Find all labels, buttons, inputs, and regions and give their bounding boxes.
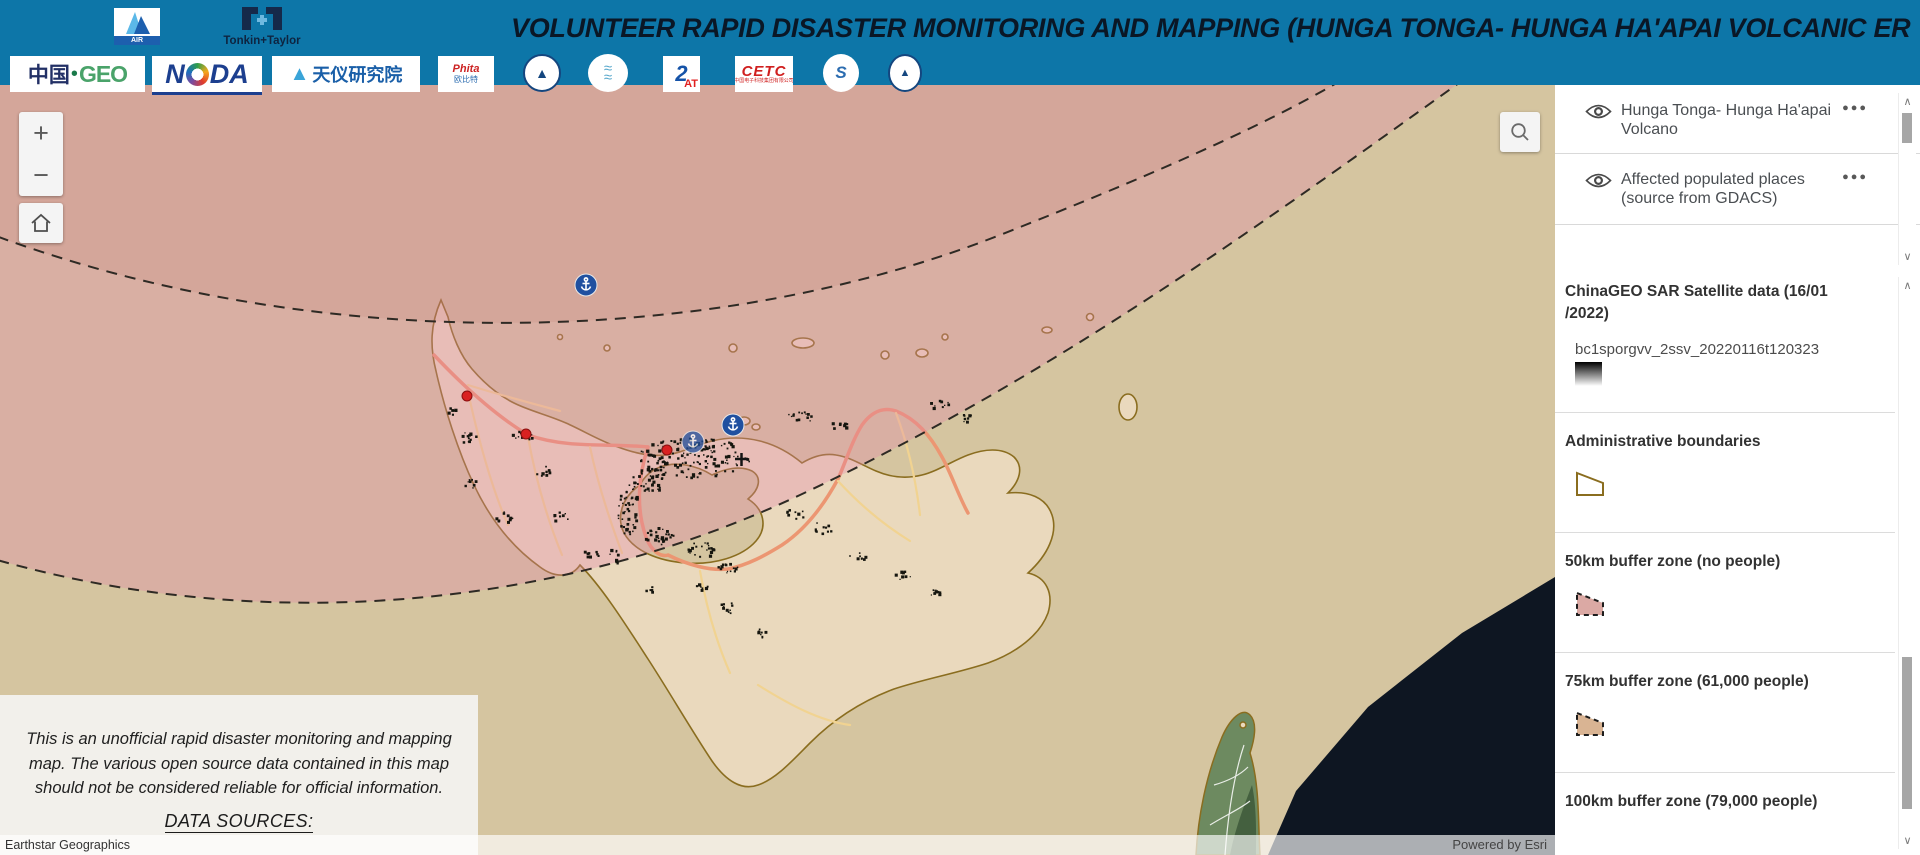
cetc-logo: CETC 中国电子科技集团有限公司 bbox=[735, 56, 793, 92]
legend-section-title: 75km buffer zone (61,000 people) bbox=[1565, 671, 1865, 693]
scrollbar-thumb[interactable] bbox=[1902, 657, 1912, 809]
swirl-icon: S bbox=[835, 63, 846, 83]
casc-triangle-icon: ▲ bbox=[535, 65, 549, 81]
legend-section-75km: 75km buffer zone (61,000 people) bbox=[1555, 653, 1895, 773]
layer-options-ellipsis-icon[interactable]: ●●● bbox=[1842, 168, 1868, 187]
layer-item-affected-places[interactable]: Affected populated places (source from G… bbox=[1555, 153, 1920, 222]
legend-panel: ChinaGEO SAR Satellite data (16/01 /2022… bbox=[1555, 263, 1895, 839]
noda-n-label: N bbox=[165, 59, 185, 90]
legend-section-title: 50km buffer zone (no people) bbox=[1565, 551, 1865, 573]
zoom-control[interactable]: + − bbox=[19, 112, 63, 196]
data-sources-link[interactable]: DATA SOURCES: bbox=[165, 811, 314, 833]
legend-section-50km: 50km buffer zone (no people) bbox=[1555, 533, 1895, 653]
cetc-label: CETC bbox=[742, 64, 787, 79]
noda-o-icon bbox=[186, 63, 209, 86]
powered-by-esri: Powered by Esri bbox=[1452, 837, 1547, 852]
tonkin-taylor-icon bbox=[240, 5, 284, 33]
layer-label[interactable]: Hunga Tonga- Hunga Ha'apai Volcano bbox=[1621, 101, 1860, 139]
star-triangle-icon: ▲ bbox=[900, 67, 911, 79]
disclaimer-text: This is an unofficial rapid disaster mon… bbox=[13, 727, 465, 801]
home-icon bbox=[28, 211, 54, 235]
layer-item-volcano[interactable]: Hunga Tonga- Hunga Ha'apai Volcano ●●● bbox=[1555, 85, 1920, 153]
cetc-cn-label: 中国电子科技集团有限公司 bbox=[735, 79, 793, 84]
search-icon bbox=[1508, 120, 1532, 144]
china-geo-logo: 中国 • GEO bbox=[10, 56, 145, 92]
admin-boundary-symbol bbox=[1573, 463, 1611, 501]
zoom-in-button[interactable]: + bbox=[19, 115, 63, 151]
legend-section-100km: 100km buffer zone (79,000 people) bbox=[1555, 773, 1895, 839]
satellite-star-seal-logo: ▲ bbox=[888, 54, 922, 92]
layer-list-scrollbar[interactable]: ∧ ∨ bbox=[1898, 93, 1916, 265]
legend-section-title: Administrative boundaries bbox=[1565, 431, 1865, 453]
tonkin-taylor-label: Tonkin+Taylor bbox=[212, 35, 312, 47]
orbita-cn-label: 欧比特 bbox=[454, 76, 478, 84]
tianyi-triangle-icon: ▲ bbox=[290, 63, 310, 86]
grayscale-gradient-swatch bbox=[1575, 362, 1602, 386]
china-geo-en-label: GEO bbox=[79, 61, 127, 88]
layer-label[interactable]: Affected populated places (source from G… bbox=[1621, 170, 1860, 208]
tianyi-label: 天仪研究院 bbox=[312, 61, 402, 87]
app-window: VOLUNTEER RAPID DISASTER MONITORING AND … bbox=[0, 0, 1920, 855]
air-logo: AIR bbox=[114, 8, 160, 45]
noda-da-label: DA bbox=[210, 59, 249, 90]
legend-section-sar: ChinaGEO SAR Satellite data (16/01 /2022… bbox=[1555, 263, 1895, 413]
orbita-logo: Phita 欧比特 bbox=[438, 56, 494, 92]
scroll-up-icon[interactable]: ∧ bbox=[1899, 279, 1916, 292]
scrollbar-thumb[interactable] bbox=[1902, 113, 1912, 143]
legend-section-admin: Administrative boundaries bbox=[1555, 413, 1895, 533]
legend-item-label: bc1sporgvv_2ssv_20220116t120323 bbox=[1575, 341, 1885, 358]
search-button[interactable] bbox=[1500, 112, 1540, 152]
zoom-out-button[interactable]: − bbox=[19, 157, 63, 193]
legend-section-title: ChinaGEO SAR Satellite data (16/01 /2022… bbox=[1565, 281, 1865, 325]
ocean-seal-logo: ≈ ≈ bbox=[588, 54, 628, 92]
buffer-75km-symbol bbox=[1573, 703, 1611, 741]
layers-legend-sidebar: Hunga Tonga- Hunga Ha'apai Volcano ●●● A… bbox=[1555, 85, 1920, 855]
visibility-eye-icon[interactable] bbox=[1585, 103, 1612, 125]
china-geo-cn-label: 中国 bbox=[28, 59, 70, 89]
wave-icon-2: ≈ bbox=[604, 73, 612, 82]
tianyi-logo: ▲ 天仪研究院 bbox=[272, 56, 420, 92]
legend-section-title: 100km buffer zone (79,000 people) bbox=[1565, 791, 1865, 813]
home-button[interactable] bbox=[19, 203, 63, 243]
scroll-down-icon[interactable]: ∨ bbox=[1899, 250, 1916, 263]
scroll-up-icon[interactable]: ∧ bbox=[1899, 95, 1916, 108]
orbita-en-label: Phita bbox=[453, 64, 480, 76]
scroll-down-icon[interactable]: ∨ bbox=[1899, 834, 1916, 847]
satellite-swirl-seal-logo: S bbox=[823, 54, 859, 92]
disclaimer-panel: This is an unofficial rapid disaster mon… bbox=[0, 695, 478, 855]
buffer-50km-symbol bbox=[1573, 583, 1611, 621]
visibility-eye-icon[interactable] bbox=[1585, 172, 1612, 194]
page-title: VOLUNTEER RAPID DISASTER MONITORING AND … bbox=[511, 13, 1911, 44]
tonkin-taylor-logo: Tonkin+Taylor bbox=[212, 3, 312, 49]
air-logo-label: AIR bbox=[114, 36, 160, 45]
attribution-bar: Earthstar Geographics Powered by Esri bbox=[0, 835, 1555, 855]
two-at-at-label: AT bbox=[684, 78, 698, 90]
legend-scrollbar[interactable]: ∧ ∨ bbox=[1898, 277, 1916, 849]
layer-options-ellipsis-icon[interactable]: ●●● bbox=[1842, 99, 1868, 118]
noda-logo: N DA bbox=[152, 56, 262, 95]
china-geo-dot: • bbox=[71, 63, 78, 86]
attribution-basemap: Earthstar Geographics bbox=[5, 838, 130, 852]
header-bar: VOLUNTEER RAPID DISASTER MONITORING AND … bbox=[0, 0, 1920, 85]
casc-seal-logo: ▲ bbox=[523, 54, 561, 92]
layer-list-divider bbox=[1555, 224, 1920, 225]
two-at-logo: 2 AT bbox=[663, 56, 700, 92]
map-canvas[interactable]: + − This is an unofficial rapid disaster… bbox=[0, 85, 1555, 855]
